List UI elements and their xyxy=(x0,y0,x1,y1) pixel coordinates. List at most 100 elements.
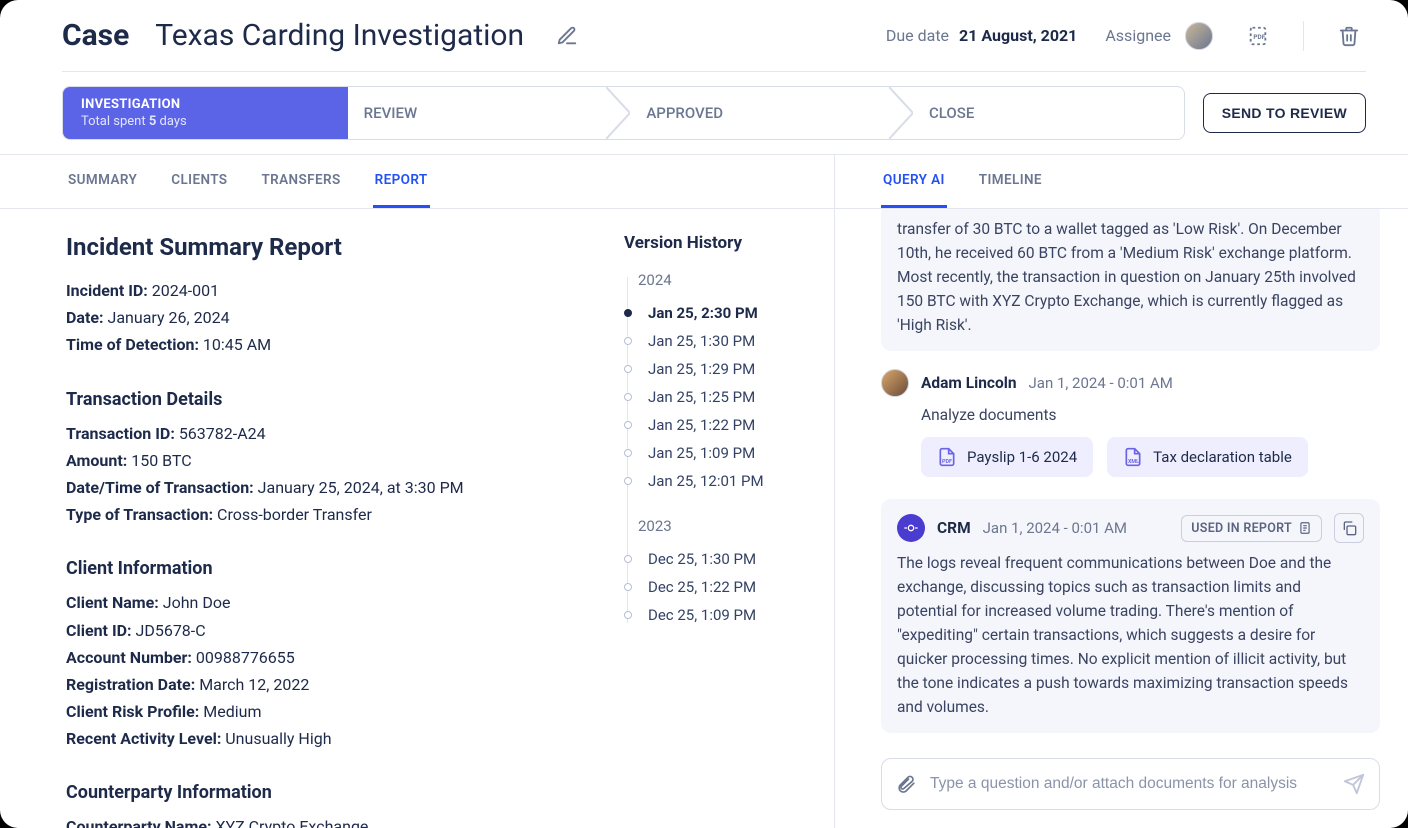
used-in-report-badge[interactable]: USED IN REPORT xyxy=(1181,515,1322,542)
avatar xyxy=(1185,22,1213,50)
version-label: Dec 25, 1:09 PM xyxy=(648,606,756,624)
author-name: CRM xyxy=(937,519,971,537)
label: Account Number: xyxy=(66,648,192,667)
attachment-label: Tax declaration table xyxy=(1153,448,1292,466)
tab-timeline[interactable]: TIMELINE xyxy=(977,155,1044,208)
chat-message: Adam Lincoln Jan 1, 2024 - 0:01 AM Analy… xyxy=(881,369,1380,477)
value: JD5678-C xyxy=(136,621,206,640)
version-history-panel: Version History 2024 Jan 25, 2:30 PM Jan… xyxy=(624,209,834,828)
timestamp: Jan 1, 2024 - 0:01 AM xyxy=(983,519,1127,537)
version-label: Jan 25, 1:25 PM xyxy=(648,388,755,406)
label: Time of Detection: xyxy=(66,335,199,354)
send-to-review-button[interactable]: SEND TO REVIEW xyxy=(1203,93,1366,133)
attachment-label: Payslip 1-6 2024 xyxy=(967,448,1077,466)
attach-icon[interactable] xyxy=(896,774,916,794)
version-item[interactable]: Jan 25, 12:01 PM xyxy=(638,467,812,495)
tab-summary[interactable]: SUMMARY xyxy=(66,155,139,208)
version-item[interactable]: Jan 25, 1:22 PM xyxy=(638,411,812,439)
label: Client ID: xyxy=(66,621,132,640)
stage-investigation[interactable]: INVESTIGATION Total spent 5 days xyxy=(63,87,336,139)
label: Amount: xyxy=(66,451,127,470)
version-item[interactable]: Jan 25, 1:30 PM xyxy=(638,327,812,355)
section-client-information: Client Information xyxy=(66,558,604,579)
message-text: Analyze documents xyxy=(921,403,1380,427)
label: Date: xyxy=(66,308,104,327)
version-year: 2024 xyxy=(638,271,812,289)
stage-label: REVIEW xyxy=(364,104,605,122)
stage-label: CLOSE xyxy=(929,104,1170,122)
version-item[interactable]: Dec 25, 1:22 PM xyxy=(638,573,812,601)
report-title: Incident Summary Report xyxy=(66,233,604,261)
attachment-chip[interactable]: PDF Payslip 1-6 2024 xyxy=(921,437,1093,477)
version-item[interactable]: Jan 25, 2:30 PM xyxy=(638,299,812,327)
tab-query-ai[interactable]: QUERY AI xyxy=(881,155,947,208)
value: 2024-001 xyxy=(152,281,219,300)
ai-response-fragment: transfer of 30 BTC to a wallet tagged as… xyxy=(881,209,1380,351)
value: January 25, 2024, at 3:30 PM xyxy=(258,478,464,497)
label: Client Name: xyxy=(66,593,159,612)
pdf-icon[interactable]: PDF xyxy=(1241,19,1275,53)
value: 00988776655 xyxy=(196,648,295,667)
chat-thread: transfer of 30 BTC to a wallet tagged as… xyxy=(835,209,1408,748)
composer-input[interactable] xyxy=(928,774,1331,794)
trash-icon[interactable] xyxy=(1332,19,1366,53)
value: John Doe xyxy=(163,593,231,612)
label: Registration Date: xyxy=(66,675,195,694)
version-item[interactable]: Jan 25, 1:29 PM xyxy=(638,355,812,383)
send-icon[interactable] xyxy=(1343,773,1365,795)
case-label: Case xyxy=(62,18,129,53)
stage-review[interactable]: REVIEW xyxy=(336,87,619,139)
divider xyxy=(1303,21,1304,51)
svg-text:XML: XML xyxy=(1128,459,1139,465)
attachment-chip[interactable]: XML Tax declaration table xyxy=(1107,437,1308,477)
version-item[interactable]: Jan 25, 1:25 PM xyxy=(638,383,812,411)
crm-message: CRM Jan 1, 2024 - 0:01 AM USED IN REPORT… xyxy=(881,499,1380,733)
label: Recent Activity Level: xyxy=(66,729,221,748)
composer[interactable] xyxy=(881,758,1380,810)
assignee[interactable]: Assignee xyxy=(1105,22,1213,50)
copy-icon[interactable] xyxy=(1334,513,1364,543)
stage-label: APPROVED xyxy=(646,104,887,122)
label: Incident ID: xyxy=(66,281,148,300)
section-transaction-details: Transaction Details xyxy=(66,389,604,410)
version-label: Dec 25, 1:30 PM xyxy=(648,550,756,568)
assignee-label: Assignee xyxy=(1105,26,1171,45)
value: Medium xyxy=(203,702,261,721)
tab-transfers[interactable]: TRANSFERS xyxy=(259,155,342,208)
svg-text:PDF: PDF xyxy=(1253,32,1265,40)
version-label: Jan 25, 1:22 PM xyxy=(648,416,755,434)
version-item[interactable]: Jan 25, 1:09 PM xyxy=(638,439,812,467)
badge-label: USED IN REPORT xyxy=(1191,521,1292,536)
tab-clients[interactable]: CLIENTS xyxy=(169,155,229,208)
value: Cross-border Transfer xyxy=(217,505,372,524)
label: Counterparty Name: xyxy=(66,817,211,828)
label: Date/Time of Transaction: xyxy=(66,478,254,497)
version-item[interactable]: Dec 25, 1:09 PM xyxy=(638,601,812,629)
version-label: Jan 25, 1:29 PM xyxy=(648,360,755,378)
stage-approved[interactable]: APPROVED xyxy=(618,87,901,139)
tab-report[interactable]: REPORT xyxy=(373,155,430,208)
value: 10:45 AM xyxy=(203,335,271,354)
value: 563782-A24 xyxy=(179,424,266,443)
stage-subtext: Total spent 5 days xyxy=(81,114,322,129)
message-text: The logs reveal frequent communications … xyxy=(897,551,1364,719)
value: 150 BTC xyxy=(131,451,191,470)
svg-text:PDF: PDF xyxy=(942,459,952,465)
value: Unusually High xyxy=(225,729,331,748)
section-counterparty-information: Counterparty Information xyxy=(66,782,604,803)
stage-label: INVESTIGATION xyxy=(81,97,322,112)
due-date: Due date 21 August, 2021 xyxy=(886,26,1078,45)
label: Transaction ID: xyxy=(66,424,175,443)
version-label: Jan 25, 2:30 PM xyxy=(648,304,758,322)
label: Type of Transaction: xyxy=(66,505,213,524)
version-label: Dec 25, 1:22 PM xyxy=(648,578,756,596)
author-name: Adam Lincoln xyxy=(921,374,1017,392)
stage-close[interactable]: CLOSE xyxy=(901,87,1184,139)
edit-icon[interactable] xyxy=(550,19,584,53)
value: XYZ Crypto Exchange xyxy=(215,817,368,828)
version-item[interactable]: Dec 25, 1:30 PM xyxy=(638,545,812,573)
avatar xyxy=(881,369,909,397)
version-label: Jan 25, 1:30 PM xyxy=(648,332,755,350)
version-label: Jan 25, 1:09 PM xyxy=(648,444,755,462)
case-title: Texas Carding Investigation xyxy=(155,18,524,53)
